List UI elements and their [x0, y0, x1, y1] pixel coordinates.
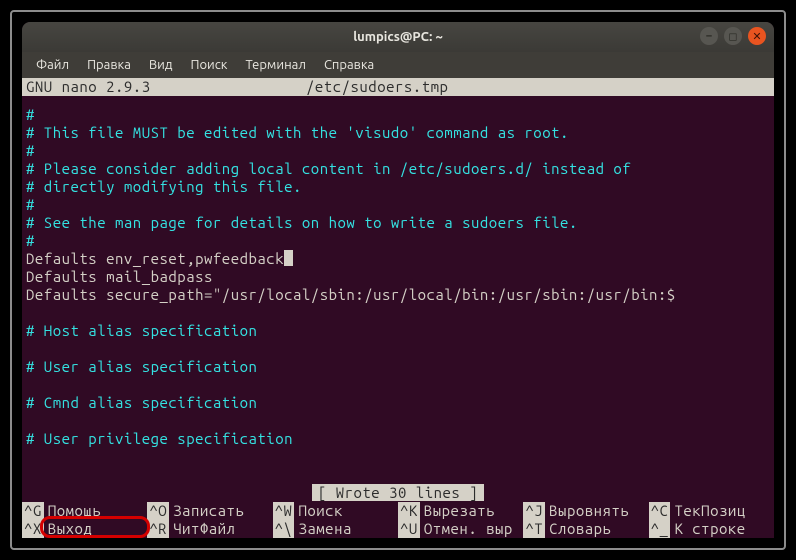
editor-line: # Host alias specification [26, 322, 770, 340]
editor-line: # Cmnd alias specification [26, 394, 770, 412]
menu-help[interactable]: Справка [316, 55, 382, 75]
shortcut-goto[interactable]: ^_К строке [649, 520, 774, 538]
editor-line: # User alias specification [26, 358, 770, 376]
nano-message-line: [ Wrote 30 lines ] [22, 484, 774, 502]
nano-filename: /etc/sudoers.tmp [306, 78, 770, 96]
editor-line: # Please consider adding local content i… [26, 160, 770, 178]
menu-terminal[interactable]: Терминал [237, 55, 313, 75]
editor-line: # [26, 232, 770, 250]
titlebar: lumpics@PC: ~ – ◻ ✕ [22, 22, 774, 52]
nano-shortcuts: ^GПомощь ^OЗаписать ^WПоиск ^KВырезать ^… [22, 502, 774, 538]
editor-line: # [26, 142, 770, 160]
editor-line: # See the man page for details on how to… [26, 214, 770, 232]
nano-message: [ Wrote 30 lines ] [312, 484, 484, 501]
nano-version: GNU nano 2.9.3 [26, 78, 306, 96]
editor-line: # This file MUST be edited with the 'vis… [26, 124, 770, 142]
editor-line: # [26, 196, 770, 214]
editor-line: # directly modifying this file. [26, 178, 770, 196]
menu-view[interactable]: Вид [141, 55, 181, 75]
text-cursor [284, 250, 293, 266]
minimize-button[interactable]: – [700, 27, 718, 45]
shortcut-curpos[interactable]: ^CТекПозиц [649, 502, 774, 520]
menu-edit[interactable]: Правка [79, 55, 139, 75]
shortcut-uncut[interactable]: ^UОтмен. выр [398, 520, 523, 538]
shortcut-spell[interactable]: ^TСловарь [523, 520, 648, 538]
shortcut-search[interactable]: ^WПоиск [273, 502, 398, 520]
shortcut-replace[interactable]: ^\Замена [273, 520, 398, 538]
editor-line: # User privilege specification [26, 430, 770, 448]
menubar: Файл Правка Вид Поиск Терминал Справка [22, 52, 774, 78]
editor-line: # [26, 106, 770, 124]
shortcut-exit[interactable]: ^XВыход [22, 520, 147, 538]
shortcut-read[interactable]: ^RЧитФайл [147, 520, 272, 538]
menu-search[interactable]: Поиск [182, 55, 235, 75]
shortcut-help[interactable]: ^GПомощь [22, 502, 147, 520]
terminal-area[interactable]: GNU nano 2.9.3 /etc/sudoers.tmp # # This… [22, 78, 774, 538]
shortcut-write[interactable]: ^OЗаписать [147, 502, 272, 520]
editor-line: Defaults secure_path="/usr/local/sbin:/u… [26, 286, 770, 304]
maximize-button[interactable]: ◻ [724, 27, 742, 45]
window-controls: – ◻ ✕ [700, 27, 766, 45]
close-button[interactable]: ✕ [748, 27, 766, 45]
editor-line: Defaults env_reset,pwfeedback [26, 250, 770, 268]
editor-line: Defaults mail_badpass [26, 268, 770, 286]
nano-statusbar: GNU nano 2.9.3 /etc/sudoers.tmp [22, 78, 774, 96]
shortcut-justify[interactable]: ^JВыровнять [523, 502, 648, 520]
terminal-window: lumpics@PC: ~ – ◻ ✕ Файл Правка Вид Поис… [22, 22, 774, 538]
shortcut-cut[interactable]: ^KВырезать [398, 502, 523, 520]
menu-file[interactable]: Файл [28, 55, 77, 75]
window-title: lumpics@PC: ~ [353, 30, 443, 44]
editor-content[interactable]: # # This file MUST be edited with the 'v… [22, 96, 774, 448]
